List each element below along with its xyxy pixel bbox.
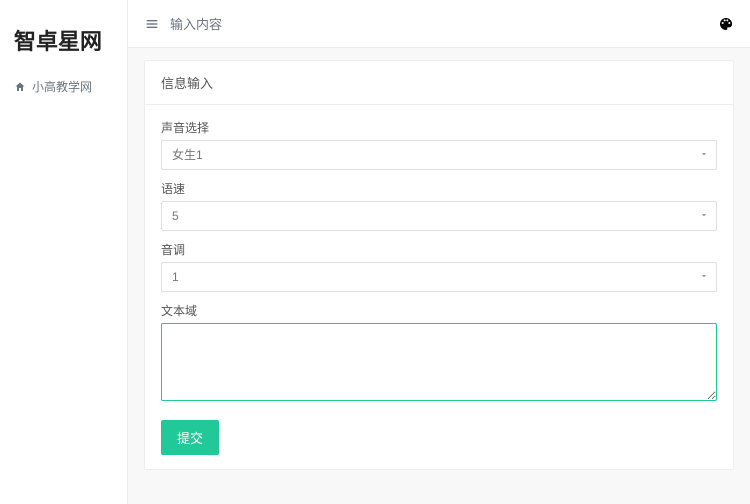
palette-icon[interactable] [718,16,734,32]
form-card: 信息输入 声音选择 女生1 语速 5 [144,60,734,470]
card-title: 信息输入 [145,61,733,105]
speed-select[interactable]: 5 [161,201,717,231]
sidebar-item-home[interactable]: 小高教学网 [0,70,127,103]
speed-label: 语速 [161,180,717,197]
pitch-select[interactable]: 1 [161,262,717,292]
voice-label: 声音选择 [161,119,717,136]
breadcrumb: 输入内容 [170,14,222,33]
content: 信息输入 声音选择 女生1 语速 5 [128,48,750,504]
textarea-label: 文本域 [161,302,717,319]
main: 输入内容 信息输入 声音选择 女生1 语速 [128,0,750,504]
topbar: 输入内容 [128,0,750,48]
pitch-label: 音调 [161,241,717,258]
brand-title: 智卓星网 [0,0,127,70]
menu-icon[interactable] [144,16,160,32]
submit-button[interactable]: 提交 [161,420,219,455]
sidebar-item-label: 小高教学网 [32,78,92,95]
text-input[interactable] [161,323,717,401]
sidebar: 智卓星网 小高教学网 [0,0,128,504]
home-icon [14,81,26,93]
voice-select[interactable]: 女生1 [161,140,717,170]
